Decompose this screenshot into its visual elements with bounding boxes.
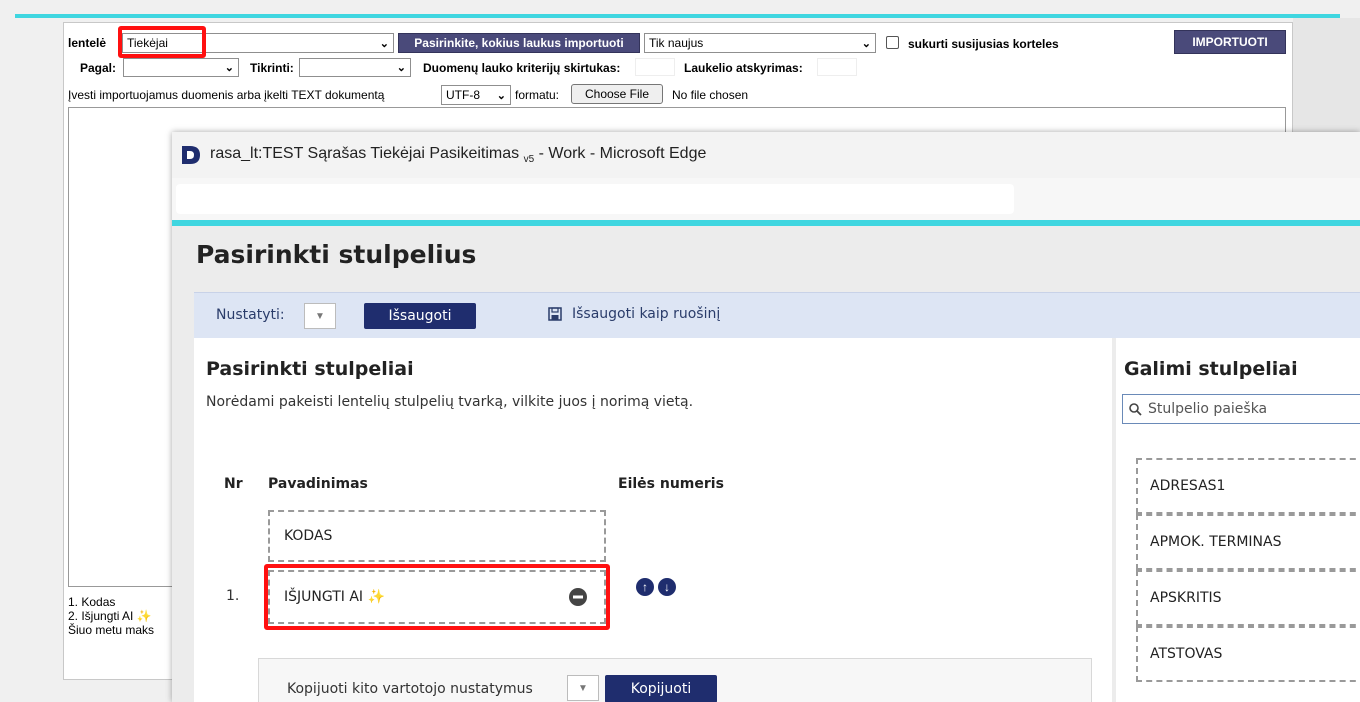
create-related-label: sukurti susijusias korteles: [908, 37, 1059, 51]
save-as-label: Išsaugoti kaip ruošinį: [572, 306, 721, 322]
save-button[interactable]: Išsaugoti: [364, 303, 476, 329]
edge-popup-window: rasa_lt:TEST Sąrašas Tiekėjai Pasikeitim…: [172, 132, 1360, 702]
copy-button[interactable]: Kopijuoti: [605, 675, 717, 702]
field-separator-input[interactable]: [817, 58, 857, 76]
chevron-down-icon: ⌄: [224, 62, 234, 74]
field-separator-label: Laukelio atskyrimas:: [684, 61, 803, 75]
dropdown-arrow-icon: ▼: [315, 310, 325, 322]
import-button[interactable]: IMPORTUOTI: [1174, 30, 1286, 54]
check-label: Tikrinti:: [250, 61, 294, 75]
page-title: Pasirinkti stulpelius: [196, 240, 477, 269]
format-label: formatu:: [515, 88, 560, 102]
available-column-item[interactable]: APMOK. TERMINAS: [1136, 514, 1360, 570]
selected-columns-description: Norėdami pakeisti lentelių stulpelių tva…: [206, 394, 694, 410]
available-column-item[interactable]: APSKRITIS: [1136, 570, 1360, 626]
available-columns-panel: Galimi stulpeliai Stulpelio paieška ADRE…: [1116, 338, 1360, 702]
directo-logo-icon: [182, 146, 200, 164]
chevron-down-icon: ⌄: [396, 62, 406, 74]
no-file-text: No file chosen: [672, 88, 749, 102]
move-down-icon[interactable]: ↓: [658, 578, 676, 596]
selected-columns-heading: Pasirinkti stulpeliai: [206, 358, 414, 380]
by-select[interactable]: ⌄: [123, 58, 239, 77]
encoding-value: UTF-8: [446, 88, 480, 102]
criteria-separator-label: Duomenų lauko kriterijų skirtukas:: [423, 61, 621, 75]
chevron-down-icon: ⌄: [861, 37, 871, 50]
enter-data-label: Įvesti importuojamus duomenis arba įkelt…: [68, 88, 385, 102]
chevron-down-icon: ⌄: [496, 89, 506, 102]
copy-settings-label: Kopijuoti kito vartotojo nustatymus: [287, 681, 533, 697]
edge-address-bar[interactable]: [176, 184, 1014, 214]
encoding-select[interactable]: UTF-8 ⌄: [441, 85, 511, 105]
search-placeholder: Stulpelio paieška: [1148, 401, 1268, 417]
column-header-order: Eilės numeris: [618, 476, 724, 492]
preview-line-1: 1. Kodas: [68, 595, 116, 609]
preview-line-2: 2. Išjungti AI ✨: [68, 609, 152, 623]
available-columns-heading: Galimi stulpeliai: [1124, 358, 1298, 380]
move-up-icon[interactable]: ↑: [636, 578, 654, 596]
chevron-down-icon: ⌄: [379, 37, 389, 50]
preset-select[interactable]: ▼: [304, 303, 336, 329]
selected-columns-panel: Pasirinkti stulpeliai Norėdami pakeisti …: [194, 338, 1112, 702]
mode-select-value: Tik naujus: [649, 36, 704, 50]
column-search-input[interactable]: Stulpelio paieška: [1122, 394, 1360, 424]
column-header-nr: Nr: [224, 476, 243, 492]
choose-file-button[interactable]: Choose File: [571, 84, 663, 104]
highlight-box-column: [264, 564, 610, 630]
available-column-item[interactable]: ADRESAS1: [1136, 458, 1360, 514]
preset-label: Nustatyti:: [216, 307, 285, 323]
top-accent-line: [15, 14, 1340, 18]
edge-titlebar: rasa_lt:TEST Sąrašas Tiekėjai Pasikeitim…: [172, 132, 1360, 178]
table-label: lentelė: [68, 36, 107, 50]
mode-select[interactable]: Tik naujus ⌄: [644, 33, 876, 53]
column-toolbar: Nustatyti: ▼ Išsaugoti Išsaugoti kaip ru…: [194, 292, 1360, 338]
available-column-item[interactable]: ATSTOVAS: [1136, 626, 1360, 682]
copy-settings-box: Kopijuoti kito vartotojo nustatymus ▼ Ko…: [258, 658, 1092, 702]
preview-line-3: Šiuo metu maks: [68, 623, 155, 637]
edge-window-title: rasa_lt:TEST Sąrašas Tiekėjai Pasikeitim…: [210, 144, 707, 166]
save-as-template-link[interactable]: Išsaugoti kaip ruošinį: [548, 306, 720, 322]
dropdown-arrow-icon: ▼: [578, 682, 588, 694]
column-header-name: Pavadinimas: [268, 476, 368, 492]
sparkle-icon: ✨: [136, 609, 152, 623]
floppy-disk-icon: [548, 307, 562, 321]
row-nr: 1.: [226, 588, 240, 604]
choose-fields-button[interactable]: Pasirinkite, kokius laukus importuoti: [398, 33, 640, 53]
search-icon: [1129, 402, 1142, 416]
by-label: Pagal:: [80, 61, 117, 75]
create-related-checkbox[interactable]: [886, 36, 899, 49]
criteria-separator-input[interactable]: [635, 58, 675, 76]
copy-user-select[interactable]: ▼: [567, 675, 599, 701]
highlight-box-table: [118, 26, 206, 58]
check-select[interactable]: ⌄: [299, 58, 411, 77]
fixed-column-kodas: KODAS: [268, 510, 606, 562]
